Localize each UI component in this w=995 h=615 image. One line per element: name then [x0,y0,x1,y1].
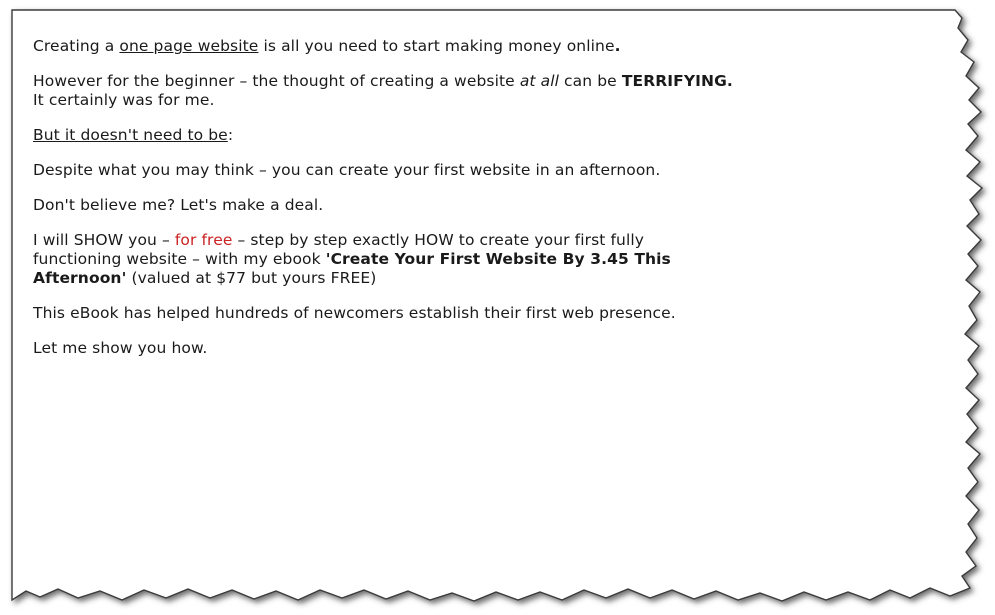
ebook-title: Afternoon' [33,269,127,287]
terrifying-text: TERRIFYING. [621,72,733,90]
text: I will SHOW you – [33,231,175,249]
paragraph-beginner: However for the beginner – the thought o… [33,72,963,110]
paragraph-afternoon: Despite what you may think – you can cre… [33,161,963,180]
emphasis-text: at all [519,72,560,90]
paragraph-testimonial: This eBook has helped hundreds of newcom… [33,304,963,323]
text: Creating a [33,37,120,55]
text: This eBook has helped hundreds of newcom… [33,304,676,322]
text: Don't believe me? Let's make a deal. [33,196,324,214]
article-body: Creating a one page website is all you n… [33,37,963,374]
paragraph-reassurance: But it doesn't need to be: [33,126,963,145]
text: (valued at $77 but yours FREE) [126,269,377,287]
one-page-website-link[interactable]: one page website [119,37,258,55]
text: Despite what you may think – you can cre… [33,161,661,179]
text: can be [559,72,622,90]
paragraph-intro: Creating a one page website is all you n… [33,37,963,56]
text: functioning website – with my ebook [33,250,326,268]
paragraph-closing: Let me show you how. [33,339,963,358]
text: Let me show you how. [33,339,208,357]
for-free-text: for free [174,231,233,249]
text: It certainly was for me. [33,91,215,109]
paragraph-offer: I will SHOW you – for free – step by ste… [33,231,963,288]
text: However for the beginner – the thought o… [33,72,520,90]
paragraph-deal: Don't believe me? Let's make a deal. [33,196,963,215]
text: : [227,126,234,144]
text: . [614,37,621,55]
ebook-title: 'Create Your First Website By 3.45 This [325,250,671,268]
text: – step by step exactly HOW to create you… [232,231,645,249]
torn-paper-card: Creating a one page website is all you n… [0,0,995,615]
underlined-text: But it doesn't need to be [33,126,228,144]
text: is all you need to start making money on… [258,37,615,55]
